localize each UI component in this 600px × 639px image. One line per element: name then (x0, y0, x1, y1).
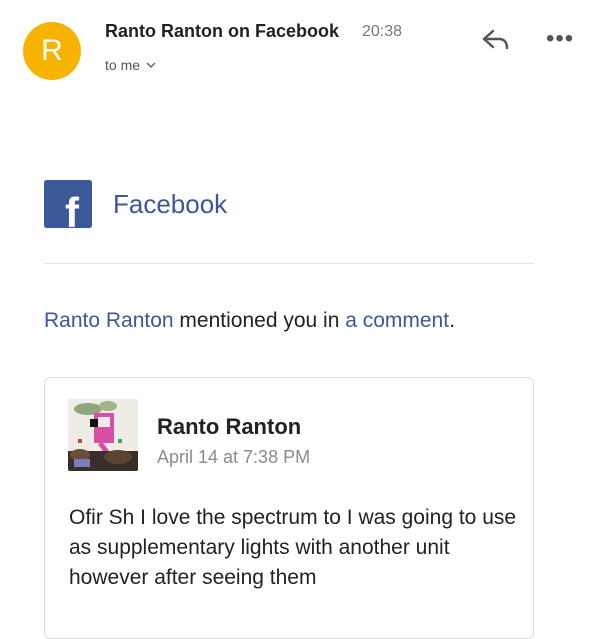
more-horizontal-icon[interactable]: ••• (546, 27, 574, 51)
sender-name: Ranto Ranton on Facebook (105, 21, 339, 41)
recipient-toggle[interactable]: to me (105, 57, 156, 73)
mention-sentence: Ranto Ranton mentioned you in a comment. (44, 309, 455, 333)
mention-action-text: mentioned you in (173, 309, 346, 332)
comment-author-avatar[interactable] (68, 399, 138, 471)
facebook-wordmark[interactable]: Facebook (113, 189, 227, 220)
recipient-label: to me (105, 57, 141, 73)
comment-author-name[interactable]: Ranto Ranton (157, 414, 301, 440)
avatar-letter: R (41, 34, 63, 67)
facebook-logo-icon[interactable]: f (44, 180, 92, 236)
facebook-logo-letter: f (65, 189, 80, 228)
comment-text: Ofir Sh I love the spectrum to I was goi… (69, 506, 517, 589)
mention-period: . (449, 309, 455, 332)
email-time: 20:38 (362, 23, 403, 40)
divider (44, 263, 534, 264)
actor-link[interactable]: Ranto Ranton (44, 309, 174, 332)
more-label: ••• (546, 25, 575, 52)
chevron-down-icon (146, 58, 156, 72)
sender-avatar[interactable]: R (23, 22, 81, 80)
reply-icon[interactable] (480, 28, 512, 52)
comment-link[interactable]: a comment (345, 309, 449, 332)
comment-date[interactable]: April 14 at 7:38 PM (157, 447, 310, 468)
